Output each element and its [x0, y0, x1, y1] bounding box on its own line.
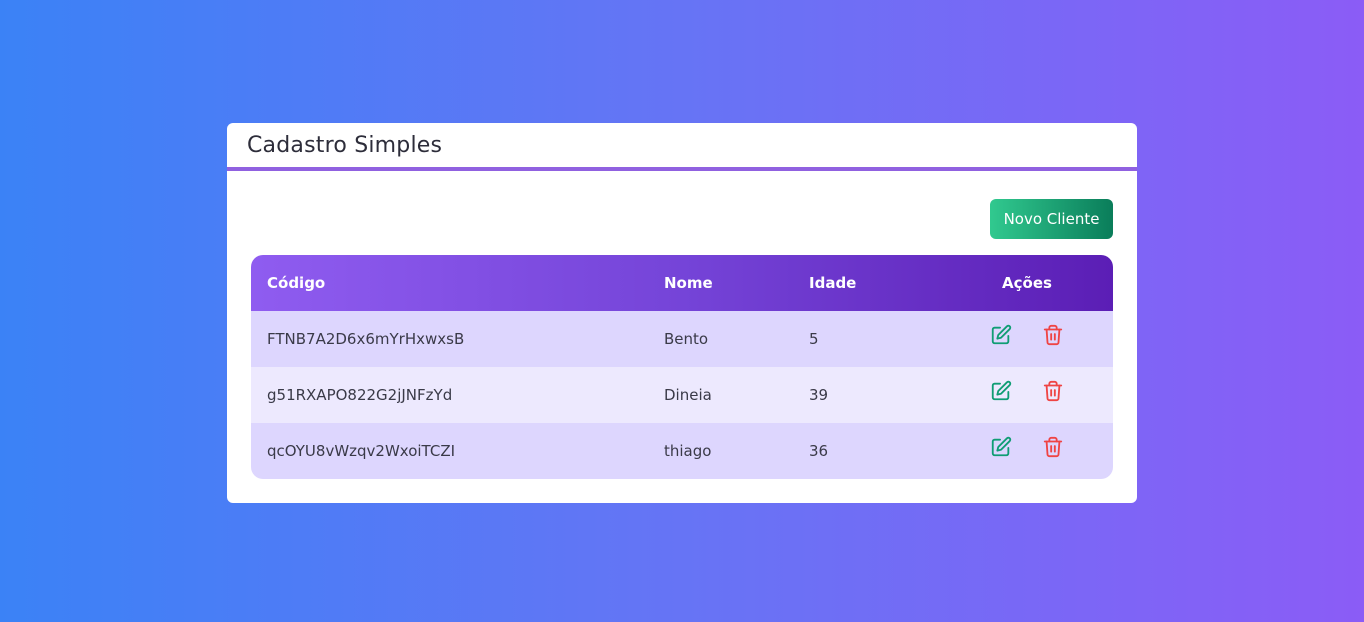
header-name: Nome [664, 274, 713, 292]
edit-icon[interactable] [989, 435, 1013, 459]
cell-code: qcOYU8vWzqv2WxoiTCZI [267, 442, 456, 460]
new-client-button[interactable]: Novo Cliente [990, 199, 1113, 239]
cell-age: 5 [809, 330, 819, 348]
trash-icon[interactable] [1041, 435, 1065, 459]
cell-name: Dineia [664, 386, 712, 404]
cell-age: 39 [809, 386, 829, 404]
page-title: Cadastro Simples [247, 132, 443, 158]
edit-icon[interactable] [989, 323, 1013, 347]
card-header: Cadastro Simples [227, 123, 1137, 171]
header-actions: Ações [1002, 274, 1052, 292]
cell-actions [941, 311, 1113, 367]
cell-code: FTNB7A2D6x6mYrHxwxsB [267, 330, 465, 348]
edit-icon[interactable] [989, 379, 1013, 403]
client-card: Cadastro Simples Novo Cliente Código Nom… [227, 123, 1137, 503]
cell-name: thiago [664, 442, 712, 460]
cell-actions [941, 367, 1113, 423]
trash-icon[interactable] [1041, 323, 1065, 347]
table-row: qcOYU8vWzqv2WxoiTCZI thiago 36 [251, 423, 1113, 479]
header-code: Código [267, 274, 326, 292]
trash-icon[interactable] [1041, 379, 1065, 403]
header-age: Idade [809, 274, 857, 292]
table-row: FTNB7A2D6x6mYrHxwxsB Bento 5 [251, 311, 1113, 367]
cell-name: Bento [664, 330, 709, 348]
cell-age: 36 [809, 442, 829, 460]
clients-table: Código Nome Idade Ações FTNB7A2D6x6mYrHx… [251, 255, 1113, 479]
cell-code: g51RXAPO822G2jJNFzYd [267, 386, 453, 404]
table-row: g51RXAPO822G2jJNFzYd Dineia 39 [251, 367, 1113, 423]
cell-actions [941, 423, 1113, 479]
table-header-row: Código Nome Idade Ações [251, 255, 1113, 311]
